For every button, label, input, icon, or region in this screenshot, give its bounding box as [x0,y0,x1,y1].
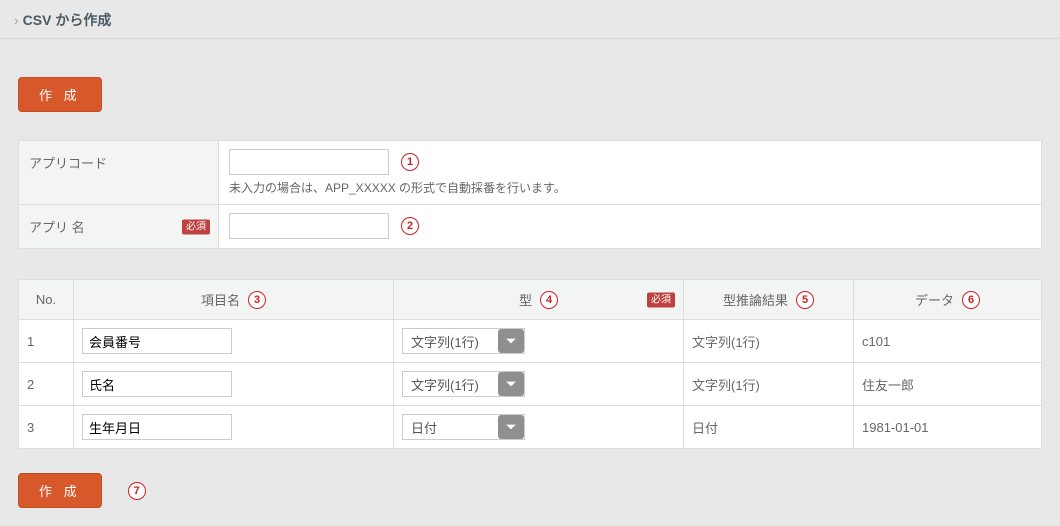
row-infer: 文字列(1行) [684,363,854,406]
row-infer: 日付 [684,406,854,449]
annotation-marker-1: 1 [401,153,419,171]
row-data: c101 [854,320,1042,363]
app-form-table: アプリコード 1 未入力の場合は、APP_XXXXX の形式で自動採番を行います… [18,140,1042,249]
page-title: › CSV から作成 [14,10,111,30]
row-type-cell: 文字列(1行) [394,363,684,406]
required-badge: 必須 [182,219,210,234]
annotation-marker-6: 6 [962,291,980,309]
col-data: データ 6 [854,280,1042,320]
chevron-right-icon: › [14,12,19,28]
col-no: No. [19,280,74,320]
col-infer: 型推論結果 5 [684,280,854,320]
app-code-hint: 未入力の場合は、APP_XXXXX の形式で自動採番を行います。 [229,179,1031,196]
item-name-input[interactable] [82,414,232,440]
type-select-text: 文字列(1行) [403,372,498,396]
annotation-marker-5: 5 [796,291,814,309]
item-name-input[interactable] [82,328,232,354]
fields-table: No. 項目名 3 型 4 必須 型推論結果 [18,279,1042,449]
row-type-cell: 日付 [394,406,684,449]
type-select-text: 日付 [403,415,498,439]
col-item-name: 項目名 3 [74,280,394,320]
app-name-input[interactable] [229,213,389,239]
chevron-down-icon[interactable] [498,329,524,353]
app-name-label: アプリ 名 [29,220,85,235]
type-select[interactable]: 日付 [402,414,525,440]
required-badge: 必須 [647,292,675,307]
app-code-cell: 1 未入力の場合は、APP_XXXXX の形式で自動採番を行います。 [219,141,1042,205]
page-title-text: CSV から作成 [23,10,112,30]
row-type-cell: 文字列(1行) [394,320,684,363]
row-no: 1 [19,320,74,363]
app-name-cell: 2 [219,205,1042,249]
row-name-cell [74,320,394,363]
table-row: 3日付日付1981-01-01 [19,406,1042,449]
create-button-bottom[interactable]: 作 成 [18,473,102,508]
create-button-top[interactable]: 作 成 [18,77,102,112]
type-select[interactable]: 文字列(1行) [402,371,525,397]
table-row: 1文字列(1行)文字列(1行)c101 [19,320,1042,363]
annotation-marker-7: 7 [128,482,146,500]
row-data: 1981-01-01 [854,406,1042,449]
row-name-cell [74,363,394,406]
item-name-input[interactable] [82,371,232,397]
row-data: 住友一郎 [854,363,1042,406]
row-infer: 文字列(1行) [684,320,854,363]
type-select[interactable]: 文字列(1行) [402,328,525,354]
app-name-label-cell: アプリ 名 必須 [19,205,219,249]
table-row: 2文字列(1行)文字列(1行)住友一郎 [19,363,1042,406]
row-name-cell [74,406,394,449]
row-no: 2 [19,363,74,406]
chevron-down-icon[interactable] [498,372,524,396]
type-select-text: 文字列(1行) [403,329,498,353]
page-header: › CSV から作成 [0,0,1060,39]
row-no: 3 [19,406,74,449]
chevron-down-icon[interactable] [498,415,524,439]
annotation-marker-4: 4 [540,291,558,309]
col-type: 型 4 必須 [394,280,684,320]
app-code-label: アプリコード [19,141,219,205]
annotation-marker-2: 2 [401,217,419,235]
app-code-input[interactable] [229,149,389,175]
annotation-marker-3: 3 [248,291,266,309]
